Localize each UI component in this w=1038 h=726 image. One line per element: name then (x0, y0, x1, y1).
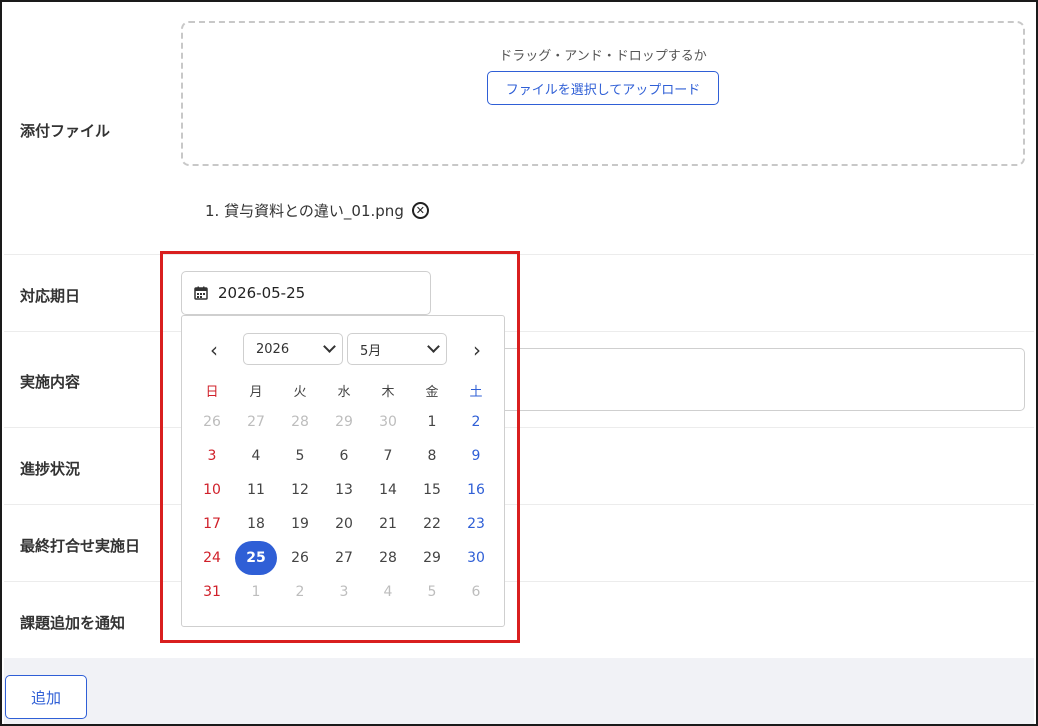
due-date-value: 2026-05-25 (218, 284, 306, 302)
calendar-day[interactable]: 26 (278, 541, 322, 575)
row-divider (4, 427, 1034, 428)
calendar-day[interactable]: 24 (190, 541, 234, 575)
calendar-day[interactable]: 8 (410, 439, 454, 473)
row-divider (4, 581, 1034, 582)
calendar-day[interactable]: 27 (234, 405, 278, 439)
calendar-day[interactable]: 30 (366, 405, 410, 439)
chevron-down-icon (427, 340, 440, 353)
calendar-day[interactable]: 2 (278, 575, 322, 609)
weekday-label: 月 (249, 384, 263, 400)
calendar-day[interactable]: 4 (234, 439, 278, 473)
calendar-day[interactable]: 2 (454, 405, 498, 439)
calendar-day[interactable]: 12 (278, 473, 322, 507)
weekday-label: 日 (205, 384, 219, 400)
weekday-label: 金 (425, 384, 439, 400)
last-meeting-label: 最終打合せ実施日 (20, 537, 141, 555)
calendar-day[interactable]: 20 (322, 507, 366, 541)
calendar-day[interactable]: 30 (454, 541, 498, 575)
calendar-day[interactable]: 14 (366, 473, 410, 507)
calendar-day[interactable]: 3 (190, 439, 234, 473)
file-list-item: 1. 貸与資料との違い_01.png ✕ (205, 200, 429, 221)
date-picker-popup: ‹ 2026 5月 › 日 月 火 水 木 金 土 26 27 28 29 30… (181, 315, 505, 627)
calendar-day[interactable]: 18 (234, 507, 278, 541)
calendar-day[interactable]: 6 (322, 439, 366, 473)
add-button[interactable]: 追加 (5, 675, 87, 719)
row-divider (4, 504, 1034, 505)
calendar-week: 3 4 5 6 7 8 9 (190, 439, 498, 473)
file-name: 1. 貸与資料との違い_01.png (205, 202, 404, 220)
calendar-day[interactable]: 15 (410, 473, 454, 507)
month-value: 5月 (360, 343, 382, 359)
row-divider (4, 331, 1034, 332)
notify-label: 課題追加を通知 (20, 614, 126, 632)
calendar-day[interactable]: 1 (410, 405, 454, 439)
calendar-day[interactable]: 3 (322, 575, 366, 609)
remove-file-icon[interactable]: ✕ (411, 202, 429, 219)
weekday-label: 水 (337, 384, 351, 400)
next-month-button[interactable]: › (465, 338, 489, 362)
calendar-day-selected[interactable]: 25 (235, 541, 277, 575)
upload-file-button[interactable]: ファイルを選択してアップロード (487, 71, 719, 105)
calendar-day[interactable]: 17 (190, 507, 234, 541)
calendar-week: 26 27 28 29 30 1 2 (190, 405, 498, 439)
calendar-day[interactable]: 23 (454, 507, 498, 541)
calendar-day[interactable]: 29 (410, 541, 454, 575)
calendar-day[interactable]: 27 (322, 541, 366, 575)
calendar-day[interactable]: 4 (366, 575, 410, 609)
row-divider (4, 254, 1034, 255)
weekday-label: 木 (381, 384, 395, 400)
year-select[interactable]: 2026 (243, 333, 343, 365)
calendar-day[interactable]: 13 (322, 473, 366, 507)
year-value: 2026 (256, 341, 290, 357)
form-footer (4, 658, 1034, 724)
calendar-day[interactable]: 7 (366, 439, 410, 473)
calendar-day[interactable]: 10 (190, 473, 234, 507)
weekday-label: 土 (469, 384, 483, 400)
calendar-week: 10 11 12 13 14 15 16 (190, 473, 498, 507)
month-select[interactable]: 5月 (347, 333, 447, 365)
calendar-day[interactable]: 28 (278, 405, 322, 439)
content-label: 実施内容 (20, 373, 81, 391)
calendar-day[interactable]: 28 (366, 541, 410, 575)
calendar-day[interactable]: 26 (190, 405, 234, 439)
calendar-day[interactable]: 9 (454, 439, 498, 473)
weekday-header: 日 月 火 水 木 金 土 (190, 375, 498, 405)
calendar-icon (194, 286, 208, 300)
calendar-day[interactable]: 5 (278, 439, 322, 473)
calendar-day[interactable]: 19 (278, 507, 322, 541)
due-date-label: 対応期日 (20, 287, 81, 305)
calendar-day[interactable]: 6 (454, 575, 498, 609)
chevron-down-icon (323, 340, 336, 353)
calendar-day[interactable]: 29 (322, 405, 366, 439)
form-page: 添付ファイル ドラッグ・アンド・ドロップするか ファイルを選択してアップロード … (0, 0, 1038, 726)
progress-label: 進捗状況 (20, 460, 81, 478)
prev-month-button[interactable]: ‹ (202, 338, 226, 362)
calendar-day[interactable]: 1 (234, 575, 278, 609)
due-date-input[interactable]: 2026-05-25 (181, 271, 431, 315)
calendar-week: 31 1 2 3 4 5 6 (190, 575, 498, 609)
calendar-day[interactable]: 16 (454, 473, 498, 507)
calendar-day[interactable]: 5 (410, 575, 454, 609)
content-textarea[interactable] (502, 348, 1025, 411)
calendar-day[interactable]: 21 (366, 507, 410, 541)
calendar-day[interactable]: 22 (410, 507, 454, 541)
calendar-week: 17 18 19 20 21 22 23 (190, 507, 498, 541)
weekday-label: 火 (293, 384, 307, 400)
calendar-day[interactable]: 31 (190, 575, 234, 609)
calendar-week: 24 25 26 27 28 29 30 (190, 541, 498, 575)
dropzone-hint: ドラッグ・アンド・ドロップするか (499, 49, 707, 64)
file-dropzone[interactable]: ドラッグ・アンド・ドロップするか ファイルを選択してアップロード (181, 21, 1025, 166)
attachment-label: 添付ファイル (20, 122, 111, 140)
calendar-grid: 日 月 火 水 木 金 土 26 27 28 29 30 1 2 3 4 5 6… (190, 375, 498, 609)
calendar-day[interactable]: 11 (234, 473, 278, 507)
